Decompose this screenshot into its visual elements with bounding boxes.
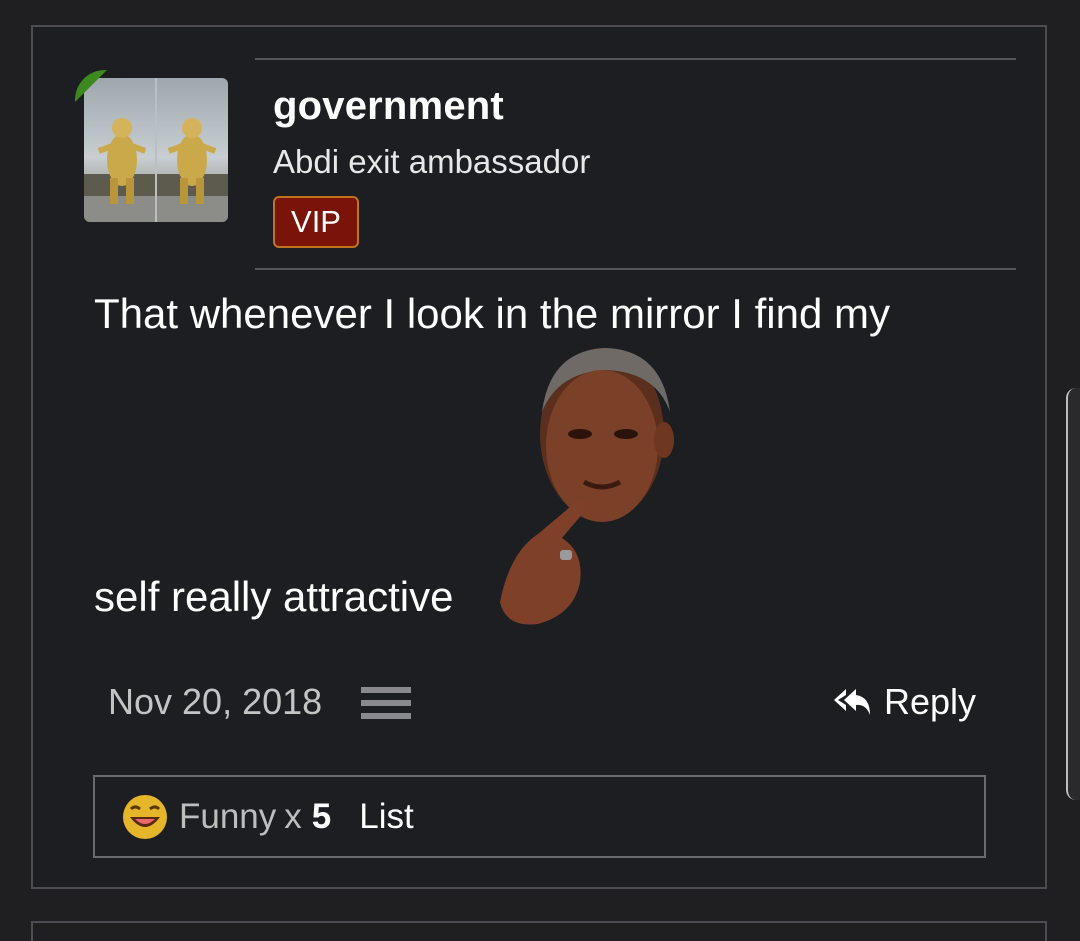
polar-bears-avatar-image <box>84 78 228 222</box>
reactions-bar: Funny x 5 List <box>93 775 986 858</box>
reaction-list-link[interactable]: List <box>359 797 413 837</box>
reply-all-icon <box>834 689 870 715</box>
post-date[interactable]: Nov 20, 2018 <box>108 681 322 723</box>
next-post-container <box>31 921 1047 941</box>
hamburger-menu-icon[interactable] <box>361 687 411 721</box>
vip-badge: VIP <box>273 196 359 248</box>
reaction-multiplier: x <box>284 796 302 836</box>
divider <box>255 58 1016 60</box>
reply-button[interactable]: Reply <box>832 680 976 724</box>
thinking-man-sticker-image <box>500 348 674 625</box>
avatar[interactable] <box>84 78 228 222</box>
user-title: Abdi exit ambassador <box>273 143 591 180</box>
divider <box>255 268 1016 270</box>
reaction-count: 5 <box>311 796 332 836</box>
username[interactable]: government <box>273 84 504 129</box>
post-body-line: That whenever I look in the mirror I fin… <box>94 290 890 337</box>
laughing-face-icon <box>123 794 167 839</box>
scrollbar[interactable] <box>1066 388 1080 800</box>
post-body-line: self really attractive <box>94 573 454 620</box>
reaction-name[interactable]: Funny <box>179 797 276 837</box>
reply-label: Reply <box>884 681 977 722</box>
